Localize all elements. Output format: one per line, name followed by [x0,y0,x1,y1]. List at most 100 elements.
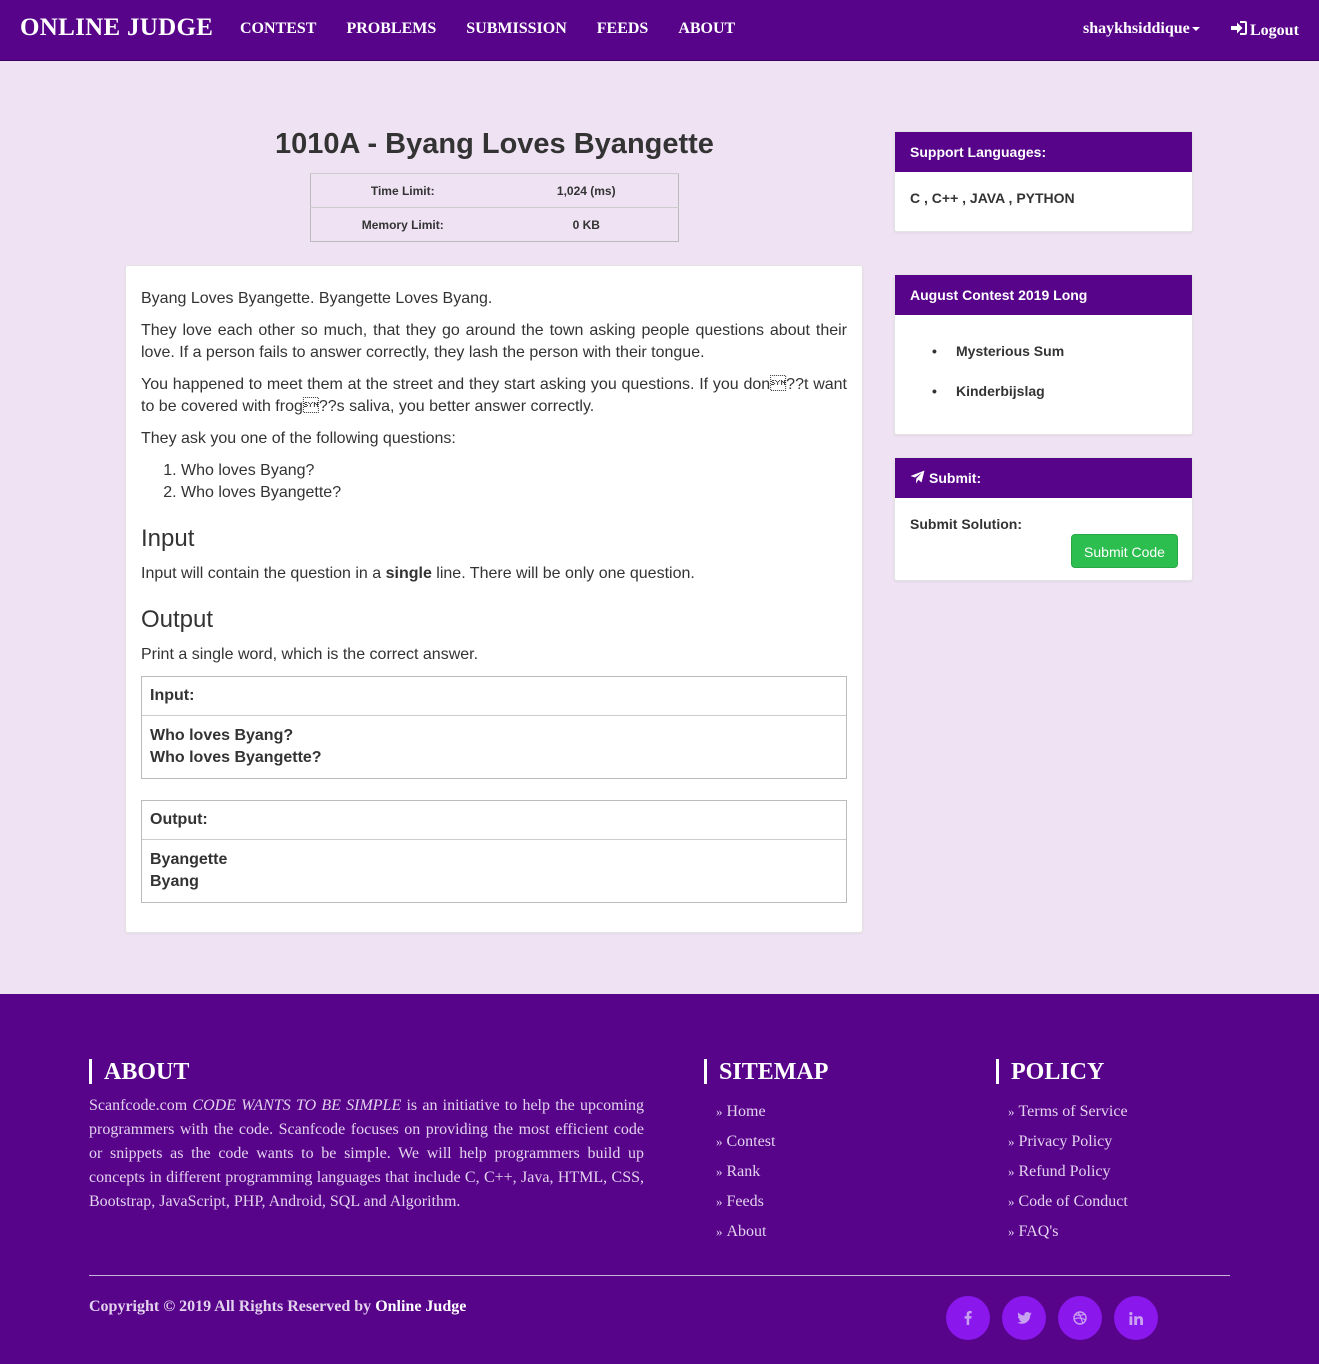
sample-input-content: Who loves Byang? Who loves Byangette? [142,716,846,778]
sample-output-line: Byangette [150,851,228,868]
policy-link-label: FAQ's [1018,1223,1059,1240]
nav-problems[interactable]: PROBLEMS [346,20,436,38]
statement-paragraph: They ask you one of the following questi… [141,430,456,447]
sample-input-box: Input: Who loves Byang? Who loves Byange… [141,676,847,779]
languages-list: C , C++ , JAVA , PYTHON [910,190,1075,206]
main-nav: CONTEST PROBLEMS SUBMISSION FEEDS ABOUT [240,20,735,38]
policy-link-privacy[interactable]: » Privacy Policy [1008,1127,1128,1157]
sitemap-link-home[interactable]: » Home [716,1097,775,1127]
contest-problem-link[interactable]: Mysterious Sum [932,341,1177,361]
output-heading: Output [141,606,214,633]
facebook-button[interactable] [946,1296,990,1340]
submit-panel: Submit: Submit Solution: Submit Code [894,457,1193,581]
about-text-slogan: CODE WANTS TO BE SIMPLE [192,1097,402,1114]
double-chevron-right-icon: » [1008,1224,1015,1239]
time-limit-row: Time Limit: 1,024 (ms) [310,173,679,208]
user-menu[interactable]: shaykhsiddique [1083,20,1200,38]
sitemap-link-feeds[interactable]: » Feeds [716,1187,775,1217]
contest-panel: August Contest 2019 Long Mysterious Sum … [894,274,1193,435]
time-limit-label: Time Limit: [310,173,495,208]
time-limit-value: 1,024 (ms) [494,173,679,208]
statement-paragraph: You happened to meet them at the street … [141,376,847,415]
nav-about[interactable]: ABOUT [678,20,735,38]
double-chevron-right-icon: » [716,1104,723,1119]
sitemap-link-label: Contest [726,1133,776,1150]
nav-contest[interactable]: CONTEST [240,20,316,38]
sample-input-line: Who loves Byang? [150,727,294,744]
about-text-pre: Scanfcode.com [89,1097,193,1114]
sitemap-links: » Home » Contest » Rank » Feeds » About [716,1097,775,1247]
site-footer: ABOUT Scanfcode.com CODE WANTS TO BE SIM… [0,994,1319,1364]
double-chevron-right-icon: » [1008,1164,1015,1179]
sample-input-line: Who loves Byangette? [150,749,322,766]
policy-link-label: Code of Conduct [1018,1193,1128,1210]
submit-panel-header: Submit: [895,458,1192,498]
linkedin-button[interactable] [1114,1296,1158,1340]
nav-feeds[interactable]: FEEDS [597,20,649,38]
input-heading: Input [141,525,195,552]
sitemap-link-label: About [726,1223,767,1240]
output-description: Print a single word, which is the correc… [141,646,479,663]
double-chevron-right-icon: » [716,1164,723,1179]
sample-output-line: Byang [150,873,199,890]
contest-problem-link[interactable]: Kinderbijslag [932,381,1177,401]
submit-panel-title: Submit: [929,470,982,486]
question-list: Who loves Byang? Who loves Byangette? [181,460,847,504]
languages-panel-title: Support Languages: [895,132,1192,172]
submit-code-button[interactable]: Submit Code [1071,534,1178,568]
input-description: Input will contain the question in a sin… [141,563,847,585]
policy-link-refund[interactable]: » Refund Policy [1008,1157,1128,1187]
paper-plane-icon [910,470,925,487]
sitemap-link-label: Feeds [726,1193,764,1210]
contest-panel-title: August Contest 2019 Long [895,275,1192,315]
footer-about-text: Scanfcode.com CODE WANTS TO BE SIMPLE is… [89,1094,644,1214]
statement-paragraph: Byang Loves Byangette. Byangette Loves B… [141,290,493,307]
policy-link-conduct[interactable]: » Code of Conduct [1008,1187,1128,1217]
footer-divider [89,1275,1230,1276]
policy-links: » Terms of Service » Privacy Policy » Refun… [1008,1097,1128,1247]
sample-input-label: Input: [142,677,846,716]
nav-submission[interactable]: SUBMISSION [466,20,566,38]
sitemap-link-rank[interactable]: » Rank [716,1157,775,1187]
facebook-icon [964,1311,972,1325]
sign-out-icon [1230,20,1248,41]
double-chevron-right-icon: » [1008,1104,1015,1119]
contest-problem-list: Mysterious Sum Kinderbijslag [910,341,1177,401]
double-chevron-right-icon: » [1008,1134,1015,1149]
sitemap-link-about[interactable]: » About [716,1217,775,1247]
sitemap-link-contest[interactable]: » Contest [716,1127,775,1157]
policy-link-faq[interactable]: » FAQ's [1008,1217,1128,1247]
dribbble-button[interactable] [1058,1296,1102,1340]
brand-logo[interactable]: ONLINE JUDGE [20,14,213,42]
contest-panel-body: Mysterious Sum Kinderbijslag [895,315,1192,439]
memory-limit-row: Memory Limit: 0 KB [310,207,679,242]
top-navbar: ONLINE JUDGE CONTEST PROBLEMS SUBMISSION… [0,0,1319,61]
problem-statement-card: Byang Loves Byangette. Byangette Loves B… [125,265,863,933]
dribbble-icon [1073,1311,1087,1325]
logout-link[interactable]: Logout [1230,20,1299,41]
double-chevron-right-icon: » [716,1134,723,1149]
sample-output-box: Output: Byangette Byang [141,800,847,903]
twitter-icon [1016,1312,1032,1324]
statement-paragraph: They love each other so much, that they … [141,322,847,361]
username: shaykhsiddique [1083,20,1190,37]
footer-sitemap-title: SITEMAP [704,1059,828,1085]
twitter-button[interactable] [1002,1296,1046,1340]
languages-panel: Support Languages: C , C++ , JAVA , PYTH… [894,131,1193,232]
memory-limit-label: Memory Limit: [310,207,495,242]
limits-table: Time Limit: 1,024 (ms) Memory Limit: 0 K… [310,173,679,242]
question-item: Who loves Byang? [181,460,847,482]
sample-output-label: Output: [142,801,846,840]
question-item: Who loves Byangette? [181,482,847,504]
policy-link-label: Privacy Policy [1018,1133,1113,1150]
logout-label: Logout [1250,21,1299,39]
double-chevron-right-icon: » [716,1224,723,1239]
caret-down-icon [1191,27,1200,32]
input-text-bold: single [385,565,432,582]
copyright-text: Copyright © 2019 All Rights Reserved by … [89,1298,466,1316]
copyright-pre: Copyright © 2019 All Rights Reserved by [89,1298,376,1315]
double-chevron-right-icon: » [1008,1194,1015,1209]
policy-link-label: Refund Policy [1018,1163,1111,1180]
policy-link-terms[interactable]: » Terms of Service [1008,1097,1128,1127]
sitemap-link-label: Home [726,1103,766,1120]
